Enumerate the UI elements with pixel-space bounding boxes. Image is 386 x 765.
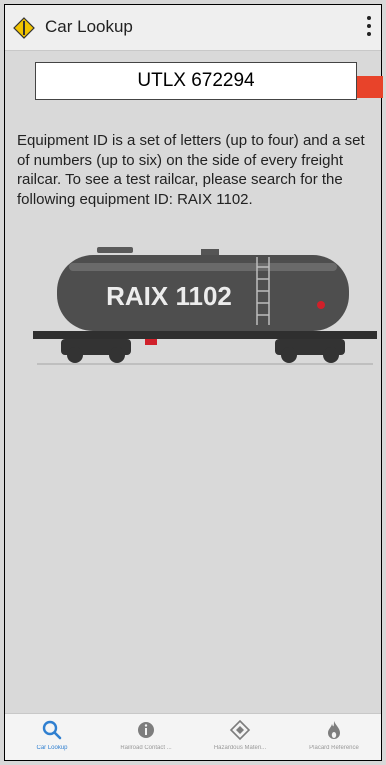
nav-label: Car Lookup (36, 745, 68, 751)
tank-car-illustration: RAIX 1102 (33, 247, 377, 365)
tank-hatch (97, 247, 133, 253)
flame-icon (328, 721, 340, 739)
rear-truck (275, 339, 345, 363)
app-bar: Car Lookup (5, 5, 381, 51)
nav-tab-hazardous-materials[interactable]: Hazardous Materi... (193, 714, 287, 760)
kebab-menu-icon[interactable] (365, 16, 373, 40)
info-icon (138, 722, 154, 738)
nav-tab-car-lookup[interactable]: Car Lookup (5, 714, 99, 760)
nav-label: Placard Reference (309, 745, 359, 751)
search-icon (42, 720, 62, 740)
hazmat-diamond-icon (229, 719, 251, 741)
page-title: Car Lookup (45, 17, 133, 36)
app-frame: Car Lookup UTLX 672294 Equipment ID is a… (4, 4, 383, 761)
nav-label: Railroad Contact ... (120, 745, 172, 751)
tank-car-label: RAIX 1102 (106, 281, 232, 311)
rail (37, 363, 373, 365)
nav-tab-railroad-contacts[interactable]: Railroad Contact ... (99, 714, 193, 760)
equipment-id-input[interactable]: UTLX 672294 (35, 62, 357, 100)
tank-highlight (69, 263, 337, 271)
car-underframe (33, 331, 377, 339)
tank-marker (317, 301, 325, 309)
front-truck (61, 339, 131, 363)
diamond-logo-icon (13, 17, 35, 39)
tank-ladder (256, 257, 270, 325)
search-submit-button[interactable] (357, 76, 383, 98)
brake-detail (145, 339, 157, 345)
nav-label: Hazardous Materi... (213, 745, 267, 751)
nav-tab-placard-reference[interactable]: Placard Reference (287, 714, 381, 760)
bottom-nav: Car Lookup Railroad Contact ... Hazardou… (5, 713, 381, 760)
equipment-id-help-text: Equipment ID is a set of letters (up to … (17, 132, 365, 208)
